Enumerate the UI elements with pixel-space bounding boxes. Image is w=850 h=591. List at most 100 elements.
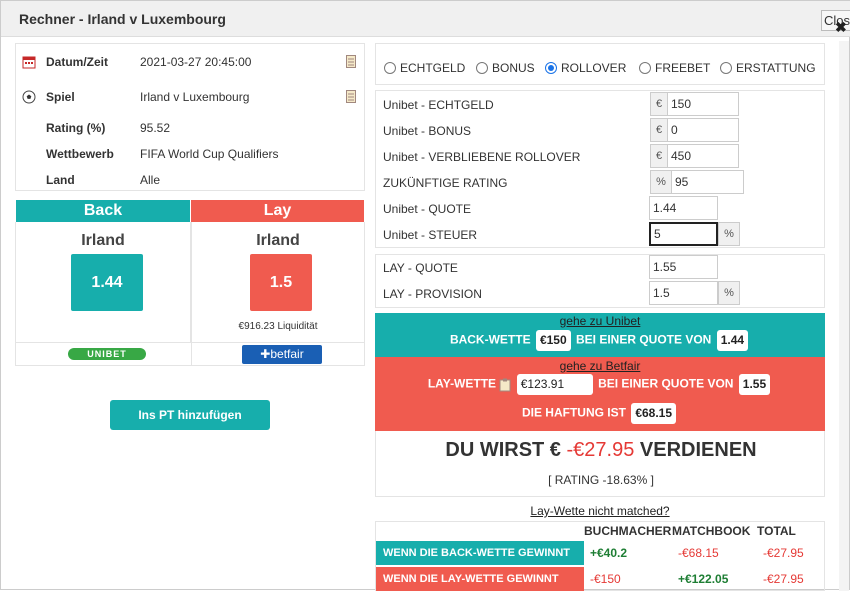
lay-stake-chip: €123.91 [516,374,593,395]
back-column: Irland 1.44 [15,222,191,342]
back-wins-bookmaker: +€40.2 [590,546,628,560]
rollover-label: Unibet - VERBLIEBENE ROLLOVER [383,150,581,164]
bookmaker-logos: UNIBET ✚betfair [15,342,365,366]
quote-label: Unibet - QUOTE [383,202,472,216]
info-row-country: Land Alle [16,170,366,190]
clipboard-icon[interactable] [499,378,511,392]
back-header: Back [16,200,190,222]
outcome-table: BUCHMACHER MATCHBOOK TOTAL WENN DIE BACK… [375,521,825,591]
lay-quote-label: LAY - QUOTE [383,261,458,275]
bonus-currency: € [650,118,668,142]
profit-amount: -€27.95 [566,439,635,461]
game-label: Spiel [46,90,75,104]
radio-bonus-circle[interactable] [476,62,488,74]
back-bet-text: BACK-WETTE [449,332,531,347]
future-rating-input[interactable]: 95 [671,170,744,194]
bonus-row: Unibet - BONUS € 0 [376,118,826,144]
bet-type-radio-group: ECHTGELD BONUS ROLLOVER FREEBET ERSTATTU… [375,43,825,85]
rating-value: 95.52 [140,121,171,135]
info-row-date: Datum/Zeit 2021-03-27 20:45:00 [16,52,366,72]
betfair-logo-text: betfair [270,347,304,361]
date-label: Datum/Zeit [46,55,109,69]
result-panel: DU WIRST € -€27.95 VERDIENEN [ RATING -1… [375,431,825,497]
back-stake-chip: €150 [535,330,571,351]
lay-header: Lay [191,200,364,222]
tax-label: Unibet - STEUER [383,228,478,242]
lay-quote-input[interactable]: 1.55 [649,255,718,279]
close-icon[interactable]: ✖ [835,19,847,36]
modal-header: Rechner - Irland v Luxembourg Close ✖ [1,1,850,37]
back-odds-box[interactable]: 1.44 [71,254,143,311]
back-odds-text: BEI EINER QUOTE VON [575,332,712,347]
lay-bet-line: LAY-WETTE €123.91 BEI EINER QUOTE VON 1.… [375,374,825,395]
col-header-matchbook: MATCHBOOK [672,524,751,538]
betfair-logo[interactable]: ✚betfair [242,345,322,364]
event-info-panel: Datum/Zeit 2021-03-27 20:45:00 Spiel Irl… [15,43,365,191]
copy-icon[interactable] [346,55,356,68]
logo-divider [191,343,192,365]
quote-row: Unibet - QUOTE 1.44 [376,196,826,222]
lay-not-matched-link[interactable]: Lay-Wette nicht matched? [375,504,825,518]
radio-erstattung[interactable]: ERSTATTUNG [720,61,816,77]
info-row-competition: Wettbewerb FIFA World Cup Qualifiers [16,144,366,164]
radio-erstattung-label: ERSTATTUNG [736,61,816,75]
radio-bonus[interactable]: BONUS [476,61,535,77]
back-bet-form: Unibet - ECHTGELD € 150 Unibet - BONUS €… [375,90,825,248]
lay-summary-band: gehe zu Betfair LAY-WETTE €123.91 BEI EI… [375,357,825,431]
scrollbar[interactable] [839,41,849,591]
go-to-betfair-link[interactable]: gehe zu Betfair [375,359,825,373]
radio-rollover[interactable]: ROLLOVER [545,61,626,77]
back-bet-line: BACK-WETTE €150 BEI EINER QUOTE VON 1.44 [375,330,825,351]
liability-line: DIE HAFTUNG IST €68.15 [375,403,825,424]
radio-freebet-circle[interactable] [639,62,651,74]
radio-freebet[interactable]: FREEBET [639,61,710,77]
calculator-modal: Rechner - Irland v Luxembourg Close ✖ Da… [0,0,850,591]
lay-provision-row: LAY - PROVISION 1.5 % [376,281,826,307]
betfair-arrow-icon: ✚ [260,347,271,361]
lay-wins-bookmaker: -€150 [590,572,621,586]
rollover-input[interactable]: 450 [667,144,739,168]
lay-liquidity: €916.23 Liquidität [238,321,318,332]
radio-echtgeld[interactable]: ECHTGELD [384,61,465,77]
back-wins-total: -€27.95 [763,546,804,560]
rollover-currency: € [650,144,668,168]
back-odds-chip: 1.44 [716,330,749,351]
rollover-row: Unibet - VERBLIEBENE ROLLOVER € 450 [376,144,826,170]
copy-icon[interactable] [346,90,356,103]
profit-prefix: DU WIRST € [445,439,561,461]
col-header-bookmaker: BUCHMACHER [584,524,672,538]
radio-bonus-label: BONUS [492,61,535,75]
row-label-back-wins: WENN DIE BACK-WETTE GEWINNT [376,541,584,565]
liability-text: DIE HAFTUNG IST [521,405,626,420]
radio-rollover-label: ROLLOVER [561,61,627,75]
radio-rollover-circle[interactable] [545,62,557,74]
back-team-name: Irland [81,232,125,249]
lay-odds-chip: 1.55 [738,374,771,395]
unibet-logo[interactable]: UNIBET [68,348,146,360]
lay-odds-box[interactable]: 1.5 [250,254,312,311]
profit-suffix: VERDIENEN [639,439,757,461]
row-label-lay-wins: WENN DIE LAY-WETTE GEWINNT [376,567,584,591]
echtgeld-input[interactable]: 150 [667,92,739,116]
col-header-total: TOTAL [757,524,796,538]
bonus-input[interactable]: 0 [667,118,739,142]
add-to-pt-button[interactable]: Ins PT hinzufügen [110,400,270,430]
lay-odds-text: BEI EINER QUOTE VON [598,376,734,391]
lay-wins-total: -€27.95 [763,572,804,586]
calendar-icon [22,56,36,69]
quote-input[interactable]: 1.44 [649,196,718,220]
tax-input[interactable]: 5 [649,222,718,246]
lay-provision-input[interactable]: 1.5 [649,281,718,305]
radio-echtgeld-circle[interactable] [384,62,396,74]
rating-label: Rating (%) [46,121,106,135]
echtgeld-row: Unibet - ECHTGELD € 150 [376,92,826,118]
go-to-unibet-link[interactable]: gehe zu Unibet [375,314,825,328]
lay-wins-matchbook: +€122.05 [678,572,729,586]
future-rating-percent: % [650,170,672,194]
lay-bet-text: LAY-WETTE [427,376,497,391]
lay-provision-label: LAY - PROVISION [383,287,482,301]
liability-chip: €68.15 [631,403,677,424]
lay-column: Irland 1.5 €916.23 Liquidität [191,222,365,342]
radio-erstattung-circle[interactable] [720,62,732,74]
result-rating: [ RATING -18.63% ] [548,473,654,487]
